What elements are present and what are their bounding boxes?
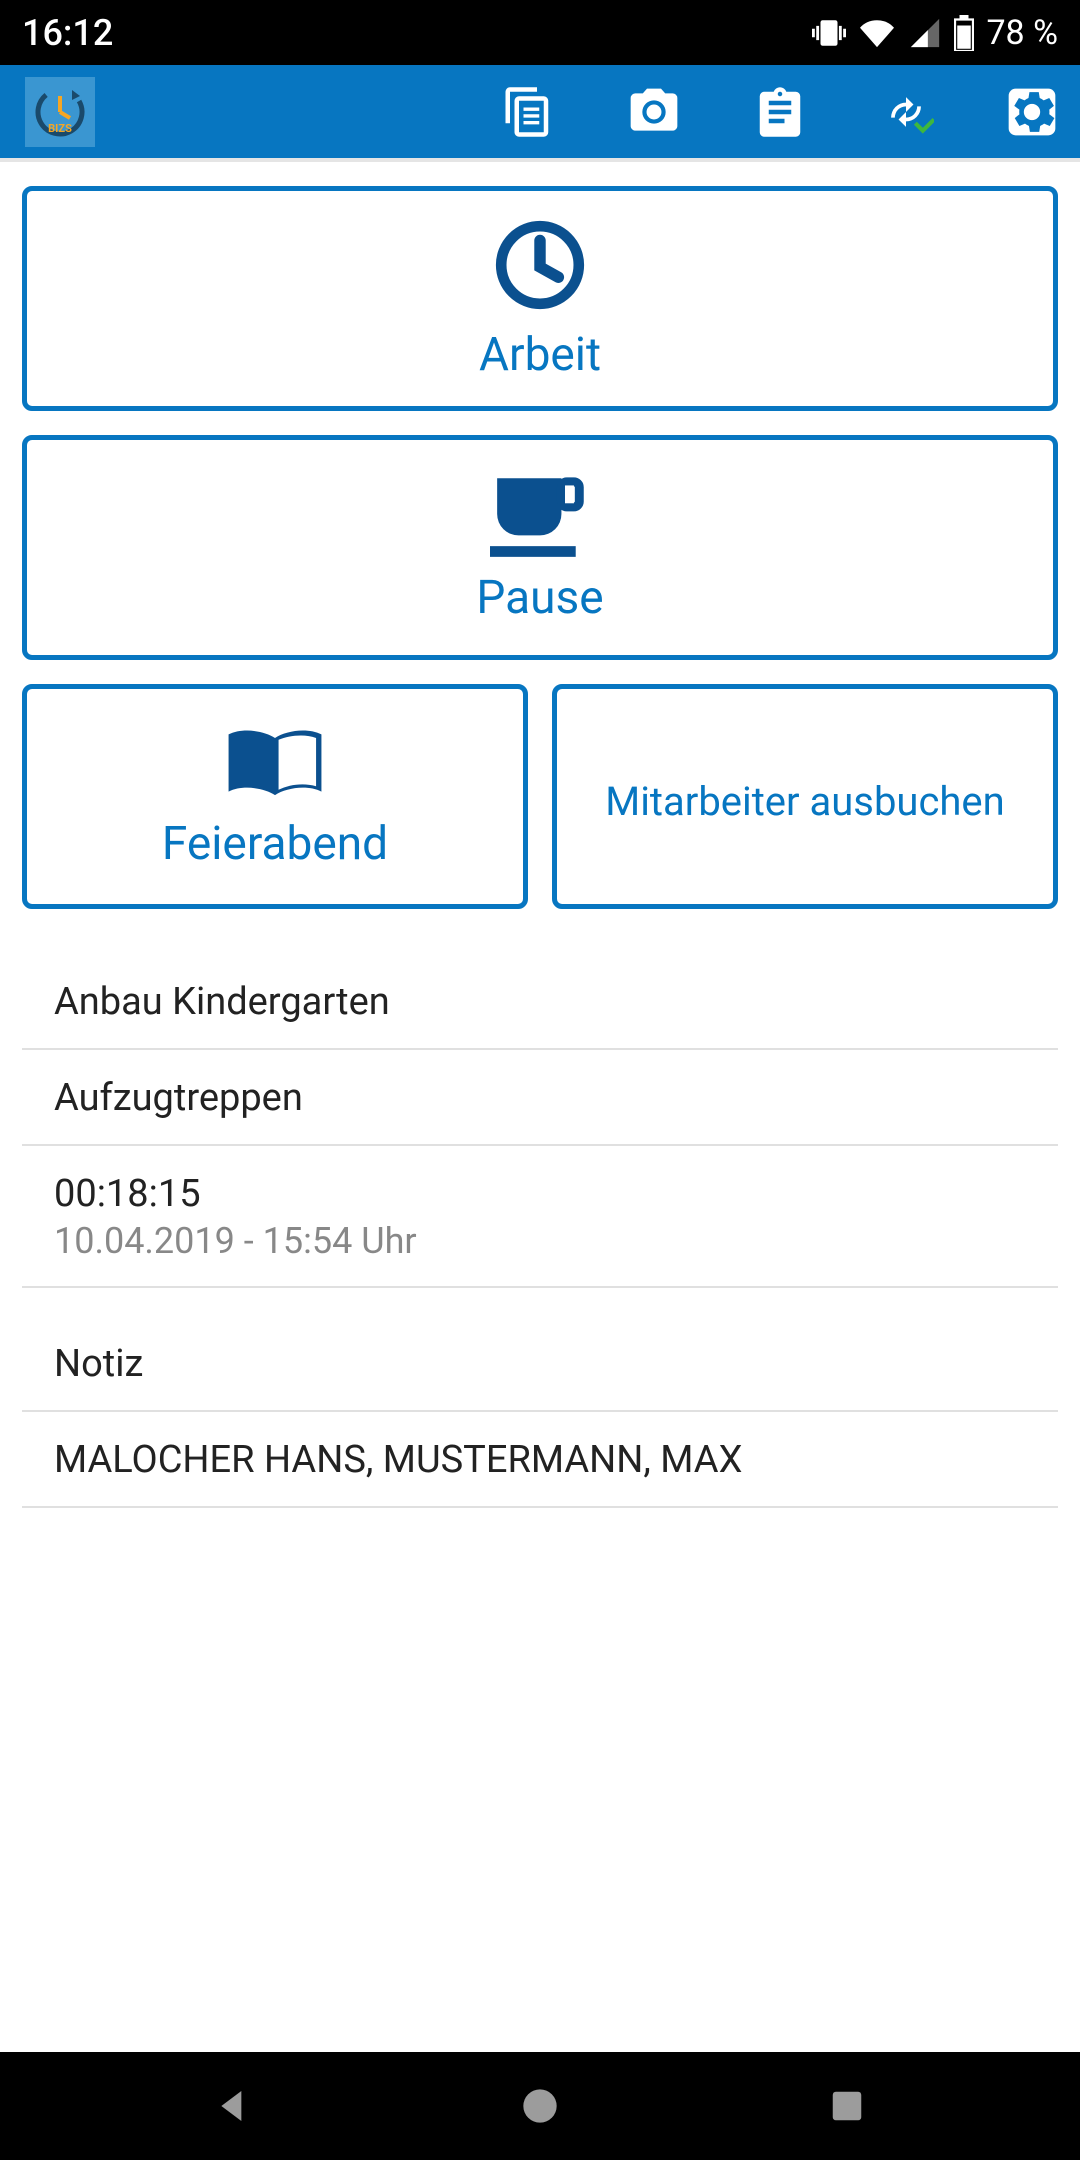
app-bar-actions xyxy=(500,84,1060,140)
time-row[interactable]: 00:18:15 10.04.2019 - 15:54 Uhr xyxy=(22,1146,1058,1288)
settings-icon[interactable] xyxy=(1004,84,1060,140)
clipboard-icon[interactable] xyxy=(752,84,808,140)
main-content: Arbeit Pause Feierabend Mi xyxy=(0,162,1080,1508)
nav-back-button[interactable] xyxy=(203,2076,263,2136)
duration-value: 00:18:15 xyxy=(54,1172,1026,1216)
task-row[interactable]: Aufzugtreppen xyxy=(22,1050,1058,1146)
feierabend-label: Feierabend xyxy=(162,817,388,871)
workers-row[interactable]: MALOCHER HANS, MUSTERMANN, MAX xyxy=(22,1412,1058,1508)
task-name: Aufzugtreppen xyxy=(54,1076,1026,1120)
battery-percent: 78 % xyxy=(986,13,1058,53)
nav-home-button[interactable] xyxy=(510,2076,570,2136)
note-label: Notiz xyxy=(54,1342,1026,1386)
arbeit-button[interactable]: Arbeit xyxy=(22,186,1058,411)
status-time: 16:12 xyxy=(22,12,113,54)
project-row[interactable]: Anbau Kindergarten xyxy=(22,954,1058,1050)
workers-value: MALOCHER HANS, MUSTERMANN, MAX xyxy=(54,1438,1026,1482)
project-name: Anbau Kindergarten xyxy=(54,980,1026,1024)
datetime-value: 10.04.2019 - 15:54 Uhr xyxy=(54,1220,1026,1262)
info-list: Anbau Kindergarten Aufzugtreppen 00:18:1… xyxy=(22,954,1058,1508)
status-icons: 78 % xyxy=(812,13,1058,53)
checkout-button[interactable]: Mitarbeiter ausbuchen xyxy=(552,684,1058,909)
note-row[interactable]: Notiz xyxy=(22,1316,1058,1412)
nav-recent-button[interactable] xyxy=(817,2076,877,2136)
feierabend-button[interactable]: Feierabend xyxy=(22,684,528,909)
book-icon xyxy=(225,723,325,807)
pause-button[interactable]: Pause xyxy=(22,435,1058,660)
vibrate-icon xyxy=(812,16,846,50)
button-row: Feierabend Mitarbeiter ausbuchen xyxy=(22,684,1058,909)
sync-icon[interactable] xyxy=(878,84,934,140)
status-bar: 16:12 78 % xyxy=(0,0,1080,65)
copy-icon[interactable] xyxy=(500,84,556,140)
coffee-icon xyxy=(490,471,590,561)
clock-icon xyxy=(491,216,589,318)
wifi-icon xyxy=(858,16,896,50)
nav-bar xyxy=(0,2052,1080,2160)
checkout-label: Mitarbeiter ausbuchen xyxy=(605,778,1004,825)
app-bar: BIZS xyxy=(0,65,1080,162)
pause-label: Pause xyxy=(476,571,603,625)
camera-icon[interactable] xyxy=(626,84,682,140)
battery-icon xyxy=(954,15,974,51)
signal-icon xyxy=(908,16,942,50)
app-logo: BIZS xyxy=(25,77,95,147)
svg-text:BIZS: BIZS xyxy=(48,122,72,135)
arbeit-label: Arbeit xyxy=(479,328,601,382)
